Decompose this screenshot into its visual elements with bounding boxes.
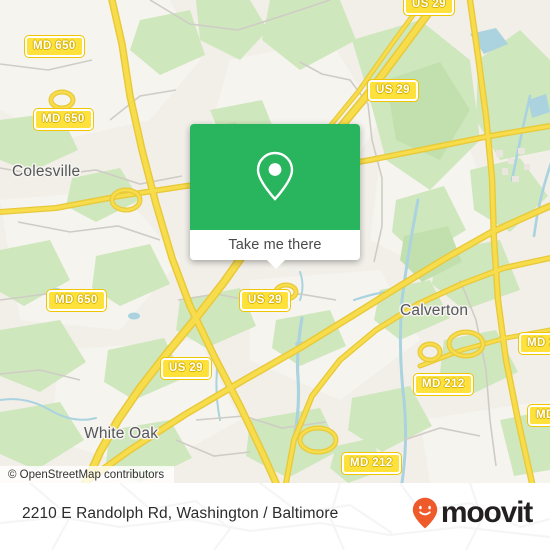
shield-us-29: US 29 [404, 0, 454, 15]
shield-us-29: US 29 [161, 358, 211, 379]
shield-md-212: MD 212 [342, 453, 401, 474]
moovit-map-screen: Colesville Calverton White Oak US 29 US … [0, 0, 550, 550]
shield-md-212: MD 212 [414, 374, 473, 395]
shield-us-29: US 29 [240, 290, 290, 311]
popup-header [190, 124, 360, 230]
moovit-smiley-pin-icon [412, 497, 438, 529]
moovit-wordmark: moovit [440, 496, 533, 529]
osm-attribution[interactable]: © OpenStreetMap contributors [0, 466, 175, 483]
take-me-there-label: Take me there [228, 237, 322, 253]
shield-md-2-clipped: MD 2 [519, 333, 550, 354]
take-me-there-button[interactable]: Take me there [190, 230, 360, 260]
map-canvas[interactable]: Colesville Calverton White Oak US 29 US … [0, 0, 550, 483]
shield-md-650: MD 650 [34, 109, 93, 130]
footer-bar: 2210 E Randolph Rd, Washington / Baltimo… [0, 483, 550, 550]
moovit-logo[interactable]: moovit [412, 496, 533, 529]
shield-md-650: MD 650 [47, 290, 106, 311]
shield-us-29: US 29 [368, 80, 418, 101]
shield-md-clipped: MD [528, 405, 550, 426]
popup-pointer [267, 260, 285, 269]
location-pin-icon [256, 151, 294, 201]
shield-md-650: MD 650 [25, 36, 84, 57]
address-text: 2210 E Randolph Rd, Washington / Baltimo… [22, 505, 339, 522]
location-popup[interactable]: Take me there [190, 124, 360, 269]
